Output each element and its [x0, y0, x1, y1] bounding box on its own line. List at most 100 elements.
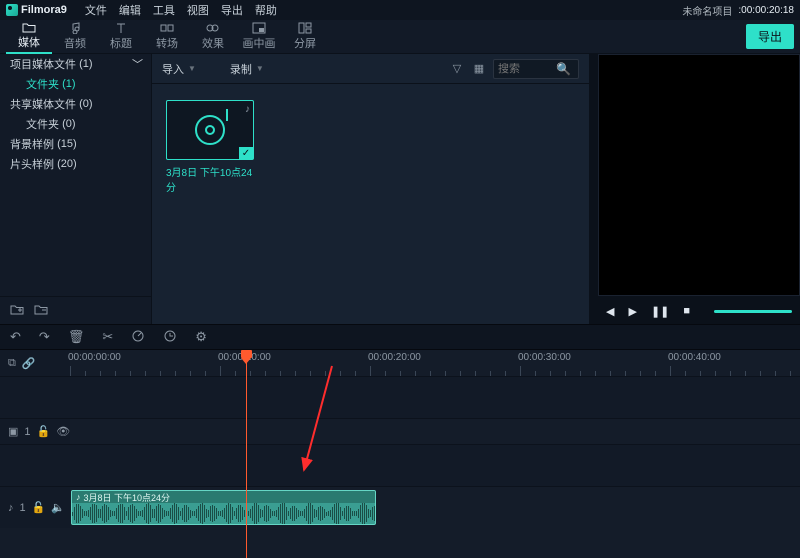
tab-media-label: 媒体: [18, 34, 40, 50]
checkmark-icon: ✓: [239, 147, 253, 159]
media-grid: ♪ ✓ 3月8日 下午10点24分: [152, 84, 589, 324]
track-spacer: [0, 376, 800, 418]
clip-thumbnail[interactable]: ♪ ✓: [166, 100, 254, 160]
ruler-gutter: ⧉ 🔗: [0, 350, 70, 376]
mute-icon[interactable]: 🔈: [51, 501, 65, 514]
tab-effects[interactable]: 效果: [190, 20, 236, 54]
video-track-header[interactable]: ▣ 1 🔓 👁: [0, 419, 70, 444]
preview-panel: ◀ ▶ ❚❚ ■: [590, 54, 800, 324]
split-icon: [298, 22, 312, 34]
menu-export[interactable]: 导出: [221, 2, 243, 18]
delete-folder-icon[interactable]: [34, 303, 48, 318]
video-track-icon: ▣: [8, 425, 18, 438]
delete-button[interactable]: 🗑: [68, 329, 85, 345]
music-note-icon: ♪: [245, 104, 250, 115]
tab-strip: 媒体 音频 标题 转场 效果 画中画 分屏 导出: [0, 20, 800, 54]
tab-split[interactable]: 分屏: [282, 20, 328, 54]
audio-clip[interactable]: ♪3月8日 下午10点24分: [71, 490, 376, 525]
chevron-down-icon: ﹀: [132, 56, 143, 72]
import-label: 导入: [162, 61, 184, 77]
menu-edit[interactable]: 编辑: [119, 2, 141, 18]
search-icon[interactable]: 🔍: [556, 62, 571, 76]
lock-icon[interactable]: 🔓: [37, 425, 51, 438]
new-folder-icon[interactable]: [10, 303, 24, 318]
audio-track-index: 1: [20, 502, 26, 514]
stop-button[interactable]: ■: [683, 305, 690, 317]
seek-bar[interactable]: [714, 310, 792, 313]
tab-audio-label: 音频: [64, 35, 86, 51]
timeline: ⧉ 🔗 00:00:00:0000:00:10:0000:00:20:0000:…: [0, 350, 800, 558]
history-button[interactable]: [163, 329, 177, 346]
logo-text: Filmora9: [21, 4, 67, 16]
search-box[interactable]: 🔍: [493, 59, 579, 79]
lock-icon[interactable]: 🔓: [32, 501, 46, 514]
pause-button[interactable]: ❚❚: [651, 305, 669, 318]
tab-pip-label: 画中画: [243, 35, 276, 51]
media-toolbar: 导入 ▼ 录制▼ ▽ ▦ 🔍: [152, 54, 589, 84]
sidebar-item-folder-2[interactable]: 文件夹 (0): [0, 114, 151, 134]
tab-media[interactable]: 媒体: [6, 20, 52, 54]
tab-transition-label: 转场: [156, 35, 178, 51]
video-track-content[interactable]: [70, 419, 800, 444]
record-dropdown[interactable]: 录制▼: [230, 61, 264, 77]
import-dropdown[interactable]: 导入 ▼: [162, 61, 196, 77]
split-button[interactable]: ✂: [102, 329, 113, 345]
grid-view-icon[interactable]: ▦: [471, 62, 487, 75]
sidebar-item-count: (20): [57, 158, 77, 170]
tab-transition[interactable]: 转场: [144, 20, 190, 54]
sidebar-item-intro-samples[interactable]: 片头样例 (20): [0, 154, 151, 174]
filter-icon[interactable]: ▽: [449, 62, 465, 75]
audio-track[interactable]: ♪ 1 🔓 🔈 ♪3月8日 下午10点24分: [0, 486, 800, 528]
redo-button[interactable]: ↷: [39, 329, 50, 345]
sidebar-item-folder-1[interactable]: 文件夹 (1): [0, 74, 151, 94]
chevron-down-icon: ▼: [188, 64, 196, 73]
tab-audio[interactable]: 音频: [52, 20, 98, 54]
link-icon[interactable]: 🔗: [22, 357, 36, 370]
tab-pip[interactable]: 画中画: [236, 20, 282, 54]
sidebar-item-label: 文件夹: [26, 76, 59, 92]
transition-icon: [160, 22, 174, 34]
sidebar-item-label: 文件夹: [26, 116, 59, 132]
sidebar-item-count: (15): [57, 138, 77, 150]
visibility-icon[interactable]: 👁: [56, 425, 70, 438]
sidebar-item-bg-samples[interactable]: 背景样例 (15): [0, 134, 151, 154]
menu-file[interactable]: 文件: [85, 2, 107, 18]
audio-track-content[interactable]: ♪3月8日 下午10点24分: [70, 487, 800, 528]
menu-view[interactable]: 视图: [187, 2, 209, 18]
sidebar-item-count: (0): [62, 118, 75, 130]
video-track[interactable]: ▣ 1 🔓 👁: [0, 418, 800, 444]
ruler-label: 00:00:20:00: [368, 352, 421, 363]
audio-clip-label: 3月8日 下午10点24分: [84, 491, 171, 504]
track-spacer-2: [0, 444, 800, 486]
audio-track-header[interactable]: ♪ 1 🔓 🔈: [0, 487, 70, 528]
music-note-icon: ♪: [8, 502, 14, 514]
timeline-ruler[interactable]: 00:00:00:0000:00:10:0000:00:20:0000:00:3…: [70, 350, 800, 376]
search-input[interactable]: [498, 63, 556, 75]
play-button[interactable]: ▶: [628, 305, 636, 318]
ruler-label: 00:00:30:00: [518, 352, 571, 363]
sidebar-item-shared-media[interactable]: 共享媒体文件 (0): [0, 94, 151, 114]
menu-tools[interactable]: 工具: [153, 2, 175, 18]
effects-icon: [206, 22, 220, 34]
pip-icon: [252, 22, 266, 34]
prev-frame-button[interactable]: ◀: [606, 305, 614, 318]
playhead[interactable]: [246, 350, 247, 558]
settings-button[interactable]: ⚙: [195, 329, 207, 345]
copy-icon[interactable]: ⧉: [8, 357, 16, 370]
export-button[interactable]: 导出: [746, 24, 794, 49]
sidebar-item-project-media[interactable]: 项目媒体文件 (1) ﹀: [0, 54, 151, 74]
logo-icon: [6, 4, 18, 16]
sidebar-item-label: 共享媒体文件: [10, 96, 76, 112]
project-timecode: :00:00:20:18: [738, 5, 794, 16]
sidebar-item-count: (1): [62, 78, 75, 90]
project-name: 未命名项目: [682, 3, 732, 18]
speed-button[interactable]: [131, 329, 145, 346]
sidebar-item-label: 背景样例: [10, 136, 54, 152]
video-track-index: 1: [24, 426, 30, 438]
undo-button[interactable]: ↶: [10, 329, 21, 345]
menu-help[interactable]: 帮助: [255, 2, 277, 18]
tab-title[interactable]: 标题: [98, 20, 144, 54]
media-clip[interactable]: ♪ ✓ 3月8日 下午10点24分: [166, 100, 254, 194]
sidebar-item-label: 片头样例: [10, 156, 54, 172]
title-icon: [114, 22, 128, 34]
